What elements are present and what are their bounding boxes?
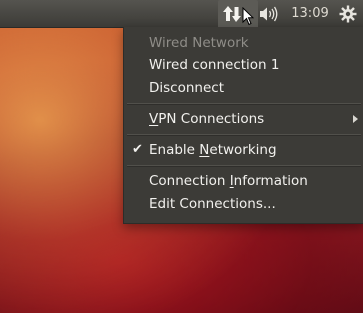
volume-icon — [260, 6, 278, 21]
clock-text: 13:09 — [291, 6, 329, 21]
menu-item-label: Wired connection 1 — [149, 57, 280, 73]
checkmark-icon: ✔ — [132, 142, 143, 157]
menu-item-connection-information[interactable]: Connection Information — [124, 170, 363, 192]
menu-separator — [127, 103, 361, 105]
menu-item-label: Connection Information — [149, 173, 308, 189]
menu-item-wired-connection-1[interactable]: Wired connection 1 — [124, 54, 363, 76]
menu-item-enable-networking[interactable]: ✔ Enable Networking — [124, 139, 363, 161]
mouse-cursor-icon — [242, 6, 254, 25]
volume-indicator[interactable] — [257, 0, 281, 27]
clock[interactable]: 13:09 — [286, 0, 334, 27]
menu-separator — [127, 134, 361, 136]
menu-item-label: VPN Connections — [149, 111, 265, 127]
menu-item-edit-connections[interactable]: Edit Connections... — [124, 193, 363, 215]
network-indicator[interactable] — [218, 0, 258, 27]
top-panel: 13:09 — [0, 0, 363, 28]
network-icon — [223, 5, 241, 22]
network-menu: Wired Network Wired connection 1 Disconn… — [123, 27, 363, 224]
menu-item-label: Wired Network — [149, 35, 249, 51]
menu-item-label: Enable Networking — [149, 142, 277, 158]
menu-item-disconnect[interactable]: Disconnect — [124, 77, 363, 99]
gear-icon — [339, 5, 357, 22]
menu-item-label: Disconnect — [149, 80, 224, 96]
menu-header-wired-network: Wired Network — [124, 32, 363, 54]
submenu-arrow-icon — [353, 115, 358, 123]
menu-item-vpn-connections[interactable]: VPN Connections — [124, 108, 363, 130]
menu-separator — [127, 165, 361, 167]
menu-item-label: Edit Connections... — [149, 196, 276, 212]
session-menu[interactable] — [337, 0, 359, 27]
